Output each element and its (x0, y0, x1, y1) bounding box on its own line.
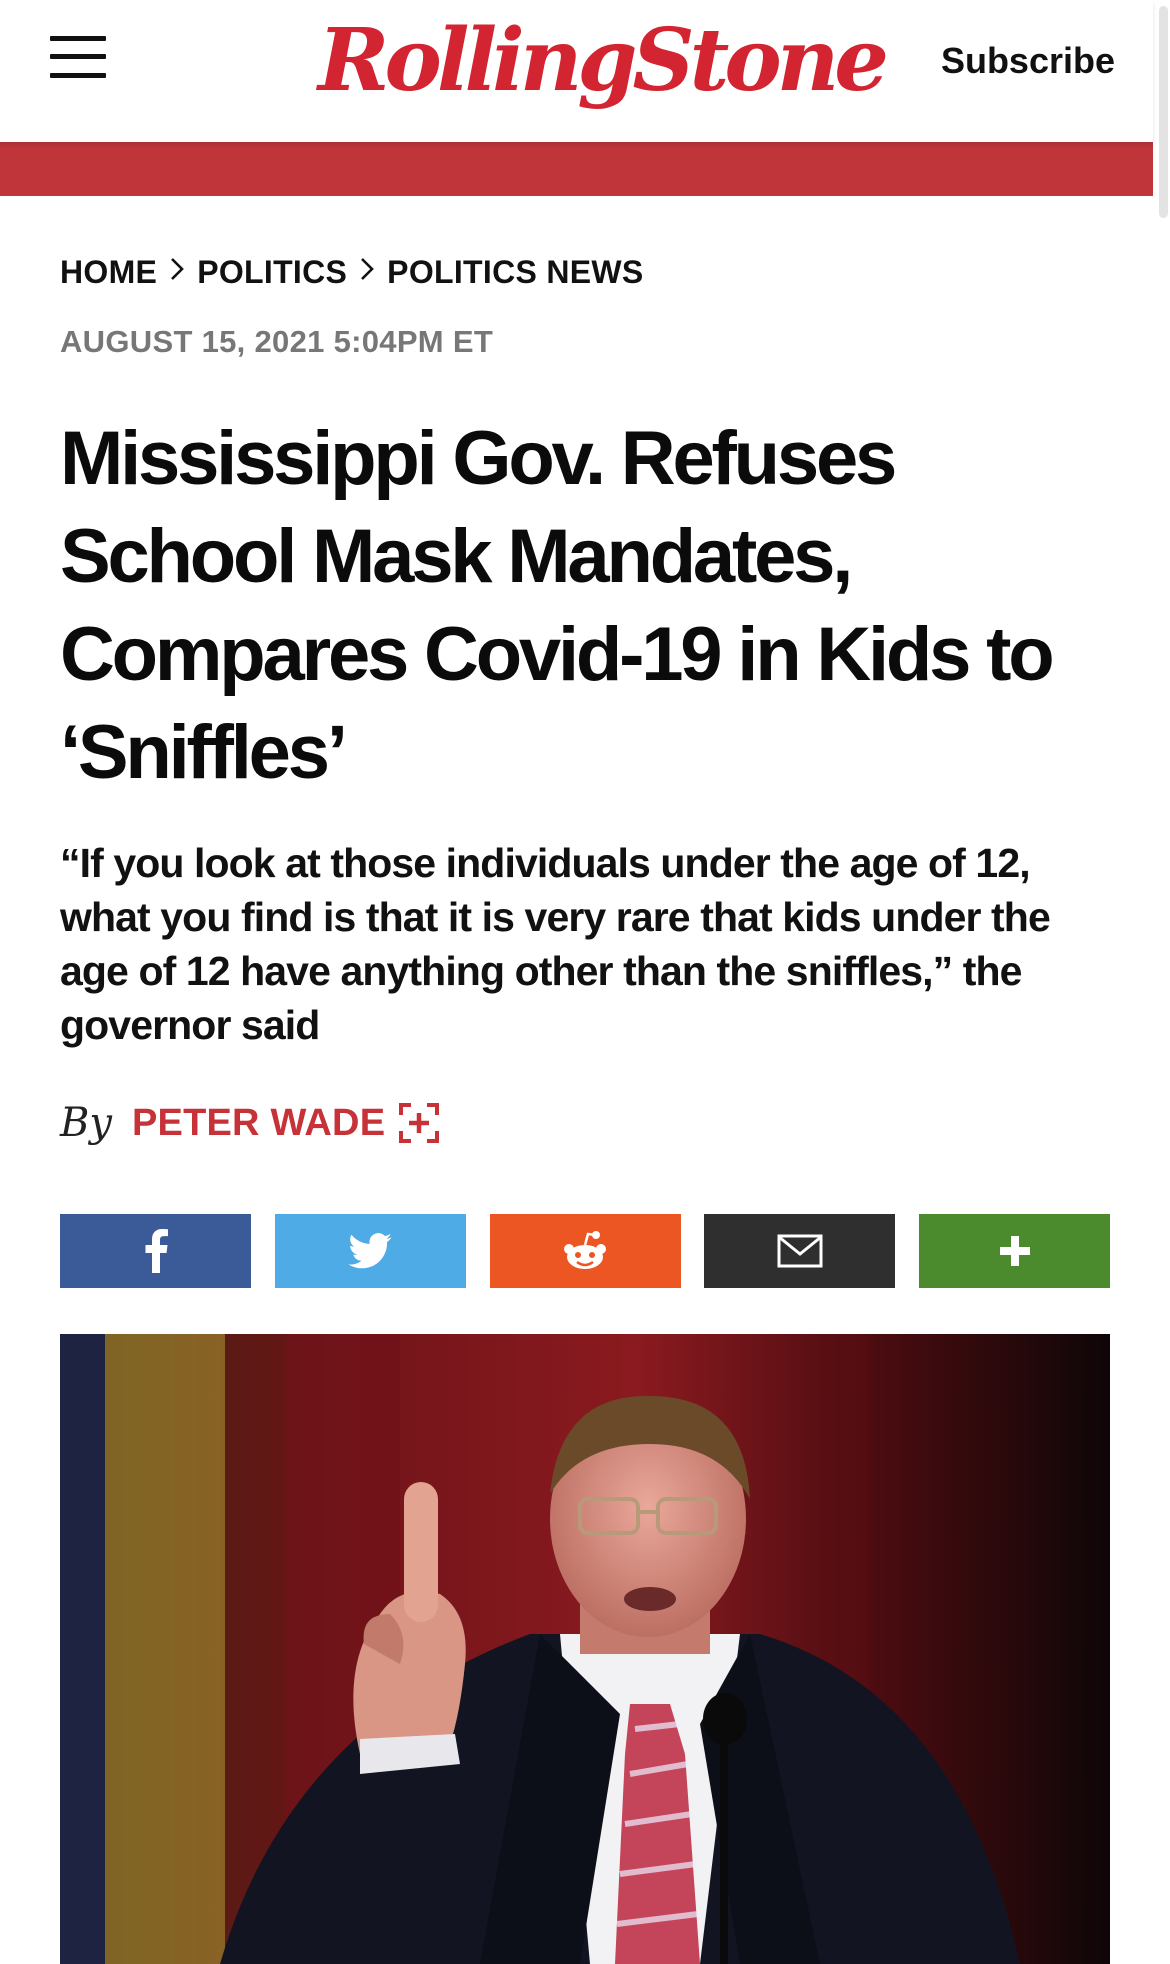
subscribe-link[interactable]: Subscribe (941, 40, 1115, 82)
share-more-button[interactable] (919, 1214, 1110, 1288)
follow-author-icon[interactable] (399, 1103, 440, 1143)
share-email-button[interactable] (704, 1214, 896, 1288)
reddit-alien-icon (564, 1231, 606, 1269)
man-in-suit-raising-index-finger-photo (60, 1334, 1110, 1964)
share-facebook-button[interactable] (60, 1214, 251, 1288)
share-twitter-button[interactable] (274, 1214, 466, 1288)
site-logo[interactable]: RollingStone (318, 6, 889, 116)
article-dateline: AUGUST 15, 2021 5:04PM ET (60, 324, 494, 359)
chevron-right-icon (157, 256, 197, 290)
breadcrumb-politics-news[interactable]: POLITICS NEWS (387, 254, 643, 291)
breadcrumb-politics[interactable]: POLITICS (197, 254, 347, 291)
share-bar (60, 1214, 1110, 1288)
breadcrumb-home[interactable]: HOME (60, 254, 157, 291)
article-lead-photo (60, 1334, 1110, 1964)
envelope-icon (777, 1234, 823, 1268)
byline: By PETER WADE (60, 1100, 440, 1146)
article-headline: Mississippi Gov. Refuses School Mask Man… (60, 416, 1055, 795)
facebook-icon (145, 1229, 168, 1273)
chevron-right-icon (347, 256, 387, 290)
menu-icon[interactable] (50, 36, 106, 78)
site-header: RollingStone Subscribe (0, 0, 1153, 142)
breadcrumb: HOME POLITICS POLITICS NEWS (60, 254, 644, 291)
share-reddit-button[interactable] (489, 1214, 681, 1288)
scrollbar[interactable] (1159, 6, 1168, 218)
byline-prefix: By (60, 1100, 112, 1146)
twitter-bird-icon (348, 1233, 392, 1269)
article-dek: “If you look at those individuals under … (60, 840, 1051, 1048)
author-link[interactable]: PETER WADE (132, 1102, 385, 1145)
plus-icon (999, 1236, 1030, 1266)
header-accent-band (0, 142, 1153, 196)
